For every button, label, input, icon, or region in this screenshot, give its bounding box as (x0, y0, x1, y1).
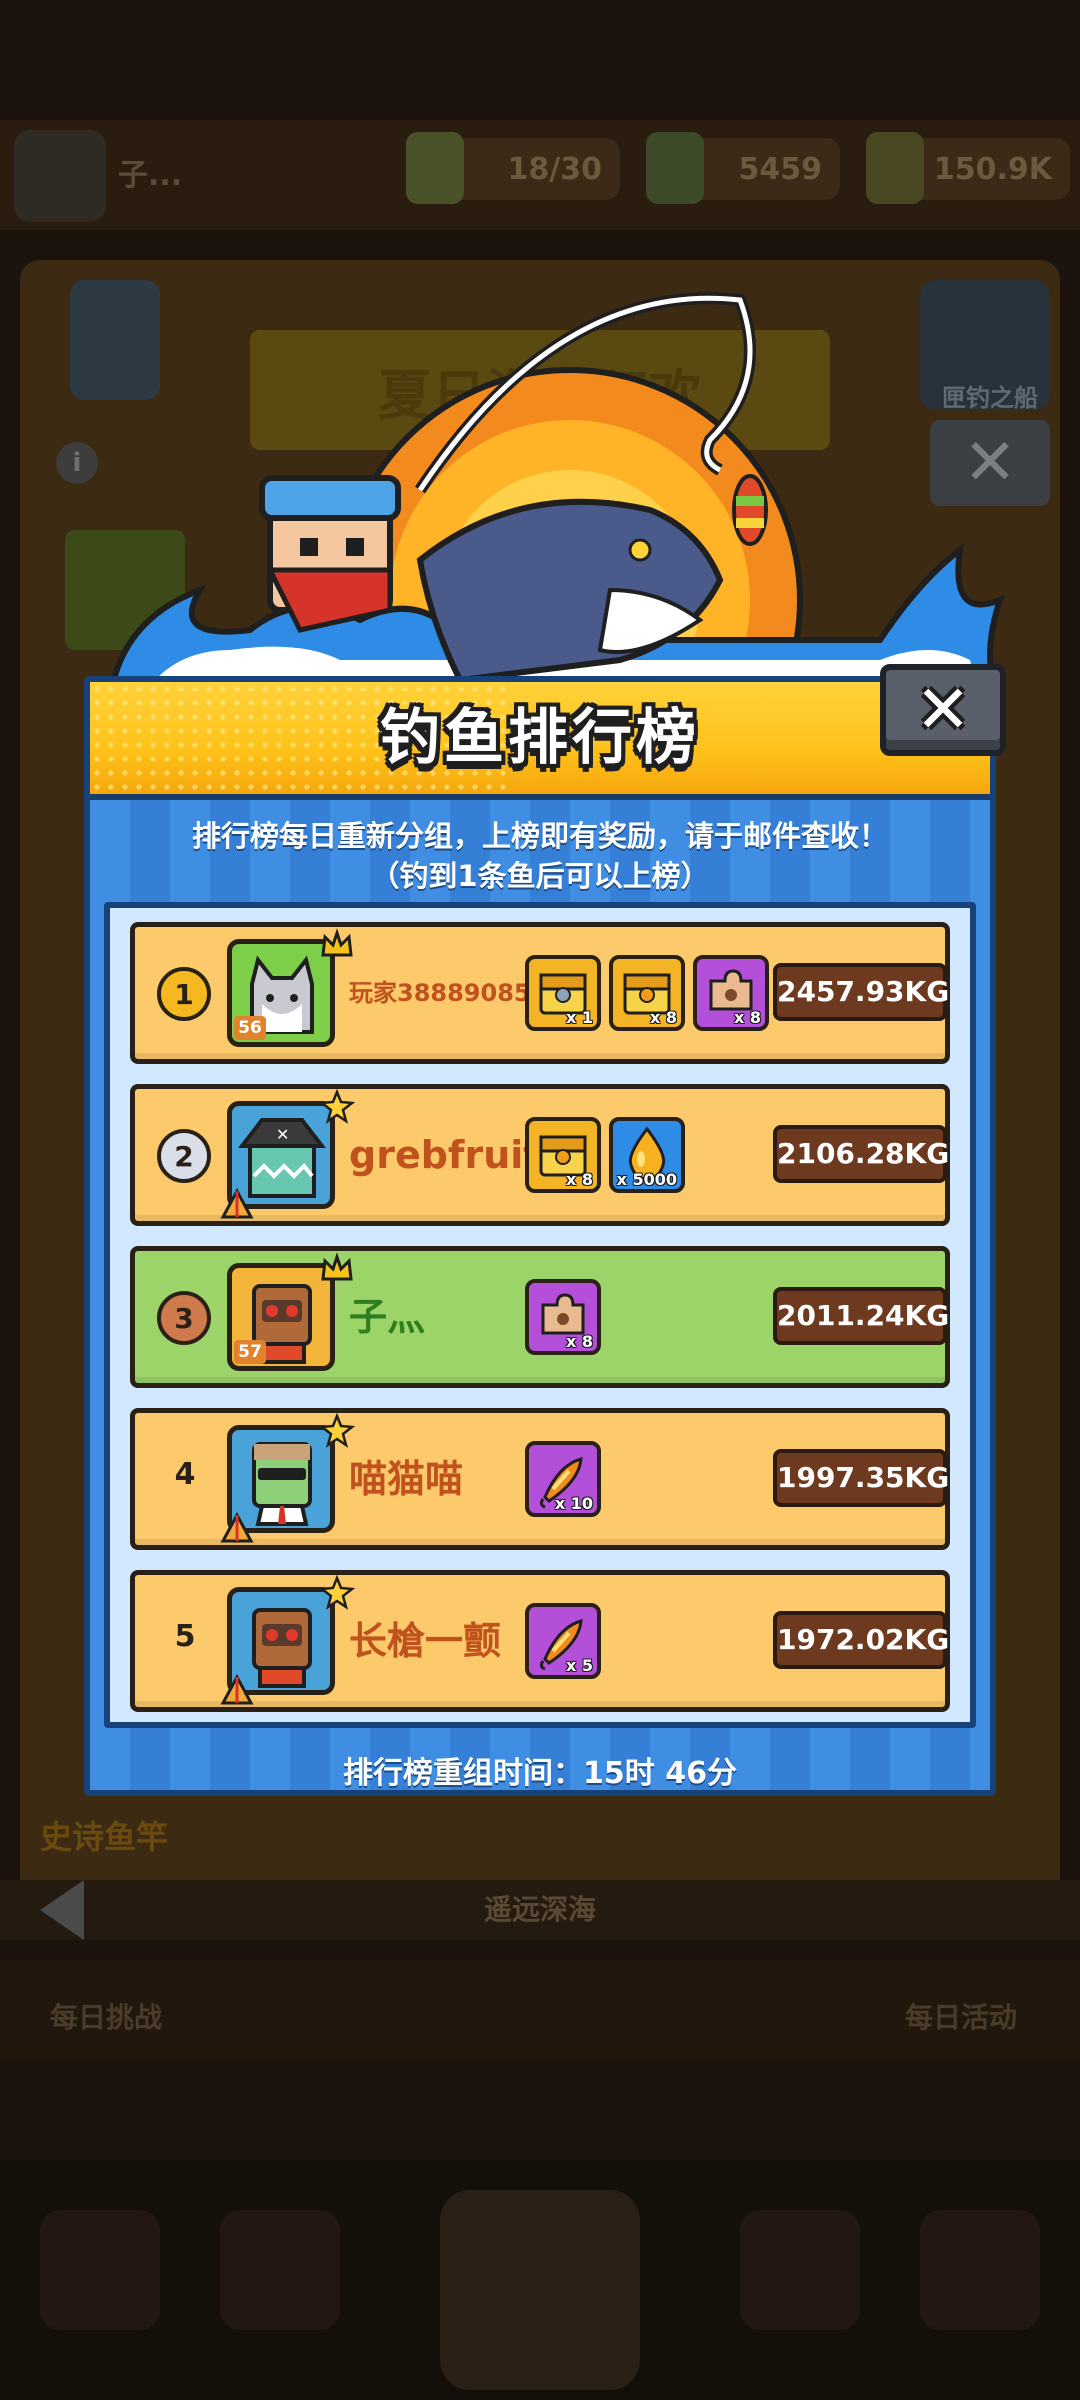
leaderboard-modal: 钓鱼排行榜 排行榜每日重新分组，上榜即有奖励，请于邮件查收！ （钓到1条鱼后可以… (84, 676, 996, 1796)
player-level: 57 (234, 1340, 266, 1364)
reward-fishing-lure[interactable]: x 5 (525, 1603, 601, 1679)
modal-title: 钓鱼排行榜 (380, 703, 700, 773)
player-level: 56 (234, 1016, 266, 1040)
star-icon (318, 1412, 356, 1449)
nav-item-left-2[interactable] (220, 2210, 340, 2330)
reward-fishing-lure[interactable]: x 10 (525, 1441, 601, 1517)
leaderboard-row-1[interactable]: 1 56 玩家38889085 x 1 x 8 x 8 2457.93KG (130, 922, 950, 1064)
bronze-medal-icon: 3 (157, 1291, 211, 1345)
nav-item-left-1[interactable] (40, 2210, 160, 2330)
leaderboard-row-5[interactable]: 5 长槍一颤 x 5 1972.02KG (130, 1570, 950, 1712)
description-line-2: （钓到1条鱼后可以上榜） (370, 859, 710, 893)
player-name: 玩家38889085 (349, 979, 531, 1007)
nav-item-right-2[interactable] (920, 2210, 1040, 2330)
reward-quantity: x 1 (565, 1008, 593, 1027)
nav-item-right-1[interactable] (740, 2210, 860, 2330)
reward-puzzle[interactable]: x 8 (693, 955, 769, 1031)
tent-icon (219, 1185, 255, 1221)
reward-quantity: x 8 (649, 1008, 677, 1027)
leaderboard-row-4[interactable]: 4 喵猫喵 x 10 1997.35KG (130, 1408, 950, 1550)
gold-medal-icon: 1 (157, 967, 211, 1021)
back-arrow-icon[interactable] (40, 1880, 84, 1940)
modal-header: 钓鱼排行榜 (90, 682, 990, 800)
player-name: 长槍一颤 (349, 1619, 502, 1663)
leaderboard-description: 排行榜每日重新分组，上榜即有奖励，请于邮件查收！ （钓到1条鱼后可以上榜） (90, 816, 990, 896)
leaderboard-list[interactable]: 1 56 玩家38889085 x 1 x 8 x 8 2457.93KG 2 … (104, 902, 976, 1728)
reset-time: 15时 46分 (583, 1756, 737, 1791)
reset-timer: 排行榜重组时间：15时 46分 (90, 1748, 990, 1791)
nav-item-center[interactable] (440, 2190, 640, 2390)
reward-gold-chest[interactable]: x 1 (525, 955, 601, 1031)
reward-quantity: x 10 (554, 1494, 593, 1513)
player-name: 喵猫喵 (349, 1457, 464, 1501)
reward-gold-chest[interactable]: x 8 (609, 955, 685, 1031)
rank-number: 3 (174, 1301, 194, 1335)
close-icon: ✕ (915, 671, 971, 748)
rank-number: 5 (174, 1619, 196, 1654)
reward-oil-drop[interactable]: x 5000 (609, 1117, 685, 1193)
leaderboard-row-2[interactable]: 2 ✕ grebfruit x 8 x 5000 2106.28KG (130, 1084, 950, 1226)
star-icon (318, 1574, 356, 1611)
close-button[interactable]: ✕ (880, 664, 1006, 756)
rank-number: 2 (174, 1139, 194, 1173)
energy-counter[interactable]: 18/30 (406, 132, 620, 204)
reward-quantity: x 8 (733, 1008, 761, 1027)
catch-weight: 1997.35KG (773, 1449, 949, 1507)
silver-medal-icon: 2 (157, 1129, 211, 1183)
catch-weight: 2106.28KG (773, 1125, 949, 1183)
lure-icon (732, 474, 768, 546)
reward-quantity: x 8 (565, 1332, 593, 1351)
reward-quantity: x 5000 (616, 1170, 677, 1189)
catch-weight: 2457.93KG (773, 963, 949, 1021)
energy-icon (406, 132, 464, 204)
crown-icon (319, 927, 355, 963)
leaderboard-row-3[interactable]: 3 57 子灬 x 8 2011.24KG (130, 1246, 950, 1388)
tent-icon (219, 1509, 255, 1545)
svg-text:✕: ✕ (276, 1125, 289, 1144)
tent-icon (219, 1671, 255, 1707)
crown-icon (319, 1251, 355, 1287)
profile-name: 子... (118, 158, 183, 193)
power-counter[interactable]: 150.9K (866, 132, 1070, 204)
reward-quantity: x 5 (565, 1656, 593, 1675)
catch-weight: 1972.02KG (773, 1611, 949, 1669)
daily-event-label[interactable]: 每日活动 (905, 1996, 1017, 2036)
reward-puzzle[interactable]: x 8 (525, 1279, 601, 1355)
daily-challenge-label[interactable]: 每日挑战 (50, 1996, 162, 2036)
reset-label: 排行榜重组时间： (343, 1756, 584, 1791)
player-name: 子灬 (349, 1295, 426, 1339)
player-name: grebfruit (349, 1133, 542, 1177)
fishing-hero-illustration (106, 292, 1005, 700)
rank-number: 4 (174, 1457, 196, 1492)
rank-number: 1 (174, 977, 194, 1011)
coin-counter[interactable]: 5459 (646, 132, 840, 204)
coin-icon (646, 132, 704, 204)
profile-avatar[interactable] (14, 130, 106, 222)
star-icon (318, 1088, 356, 1125)
reward-gold-chest[interactable]: x 8 (525, 1117, 601, 1193)
catch-weight: 2011.24KG (773, 1287, 949, 1345)
fisherman-icon (259, 475, 401, 633)
power-icon (866, 132, 924, 204)
description-line-1: 排行榜每日重新分组，上榜即有奖励，请于邮件查收！ (191, 819, 888, 853)
location-label: 遥远深海 (0, 1880, 1080, 1940)
epic-rod-label: 史诗鱼竿 (40, 1818, 169, 1856)
reward-quantity: x 8 (565, 1170, 593, 1189)
